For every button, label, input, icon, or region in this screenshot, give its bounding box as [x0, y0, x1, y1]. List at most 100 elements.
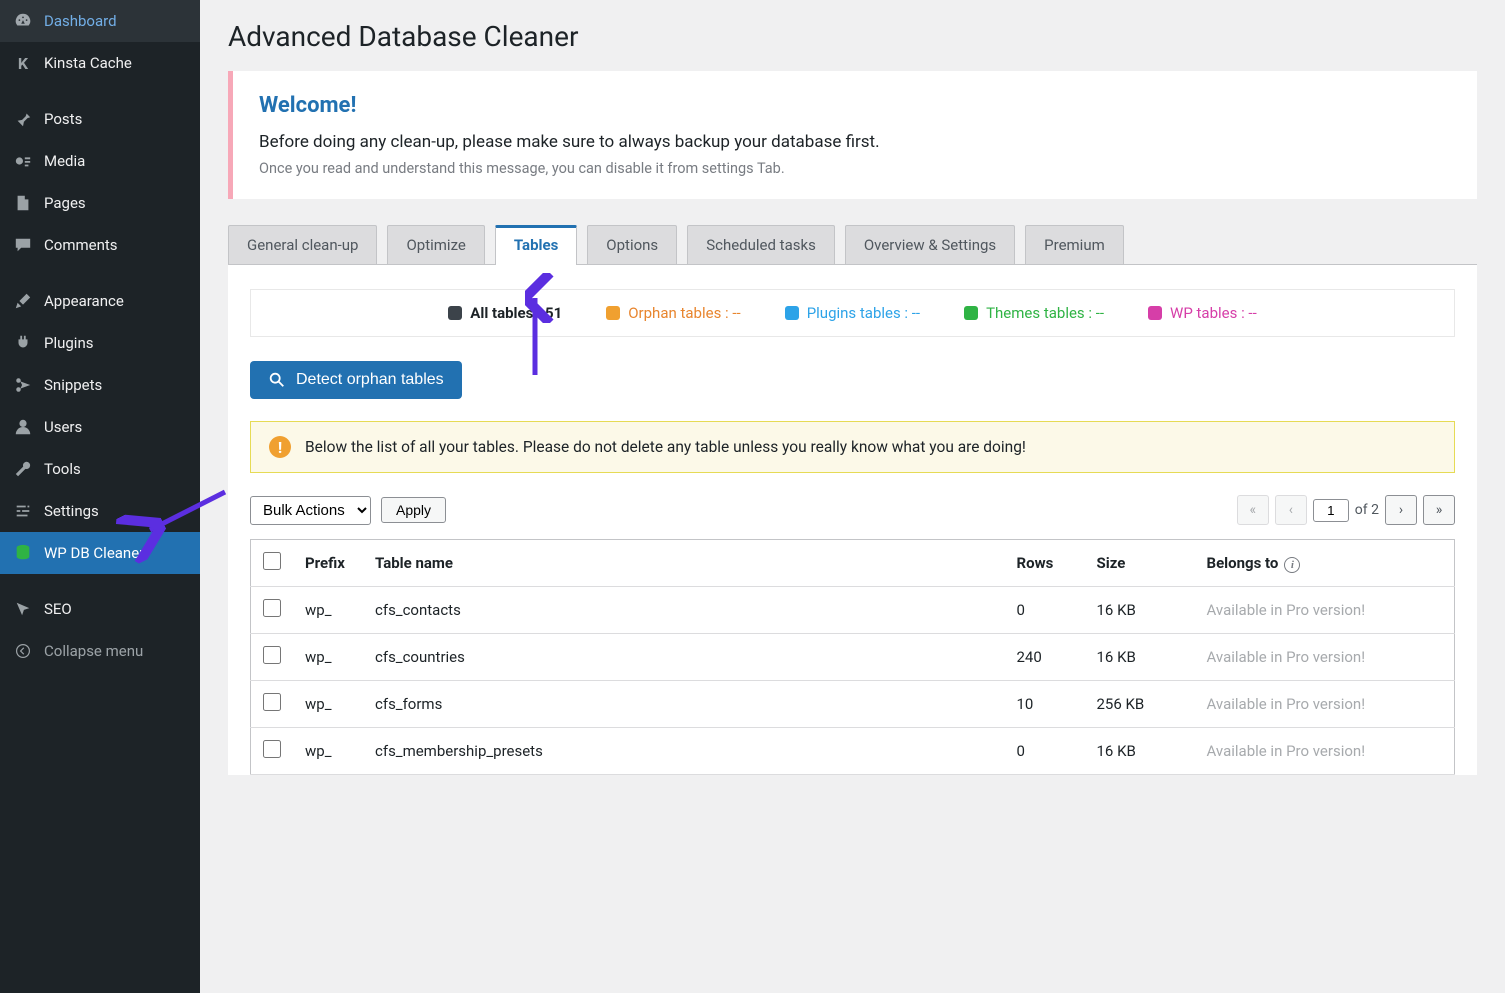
- filter-plugins[interactable]: Plugins tables : --: [785, 304, 920, 322]
- menu-plugins[interactable]: Plugins: [0, 322, 200, 364]
- header-size[interactable]: Size: [1085, 540, 1195, 587]
- tables-panel: All tables : 51 Orphan tables : -- Plugi…: [228, 265, 1477, 775]
- page-first[interactable]: «: [1237, 495, 1269, 525]
- tables-list: Prefix Table name Rows Size Belongs toi …: [250, 539, 1455, 775]
- header-prefix[interactable]: Prefix: [293, 540, 363, 587]
- cell-rows: 10: [1005, 681, 1085, 728]
- menu-tools[interactable]: Tools: [0, 448, 200, 490]
- row-checkbox[interactable]: [263, 693, 281, 711]
- page-last[interactable]: »: [1423, 495, 1455, 525]
- tab-premium[interactable]: Premium: [1025, 225, 1124, 264]
- select-all-checkbox[interactable]: [263, 552, 281, 570]
- cell-size: 16 KB: [1085, 587, 1195, 634]
- swatch-icon: [448, 306, 462, 320]
- database-icon: [12, 542, 34, 564]
- menu-posts[interactable]: Posts: [0, 98, 200, 140]
- collapse-menu[interactable]: Collapse menu: [0, 630, 200, 672]
- page-title: Advanced Database Cleaner: [228, 20, 1477, 53]
- page-current-input[interactable]: [1313, 499, 1349, 522]
- page-icon: [12, 192, 34, 214]
- menu-label: Tools: [44, 460, 81, 478]
- menu-label: Snippets: [44, 376, 102, 394]
- menu-label: Pages: [44, 194, 86, 212]
- cell-prefix: wp_: [293, 587, 363, 634]
- cell-belongs: Available in Pro version!: [1195, 681, 1455, 728]
- menu-label: SEO: [44, 600, 72, 618]
- header-belongs[interactable]: Belongs toi: [1195, 540, 1455, 587]
- cell-name: cfs_contacts: [363, 587, 1005, 634]
- cell-rows: 0: [1005, 587, 1085, 634]
- menu-label: Comments: [44, 236, 118, 254]
- page-prev[interactable]: ‹: [1275, 495, 1307, 525]
- menu-label: WP DB Cleaner: [44, 544, 144, 562]
- header-rows[interactable]: Rows: [1005, 540, 1085, 587]
- cell-prefix: wp_: [293, 681, 363, 728]
- cell-size: 16 KB: [1085, 634, 1195, 681]
- cell-prefix: wp_: [293, 728, 363, 775]
- filter-all[interactable]: All tables : 51: [448, 304, 562, 322]
- menu-seo[interactable]: SEO: [0, 588, 200, 630]
- table-row: wp_ cfs_forms 10 256 KB Available in Pro…: [251, 681, 1455, 728]
- welcome-text-2: Once you read and understand this messag…: [259, 160, 1451, 177]
- tab-tables[interactable]: Tables: [495, 225, 577, 265]
- cell-name: cfs_membership_presets: [363, 728, 1005, 775]
- pagination: « ‹ of 2 › »: [1237, 495, 1455, 525]
- row-checkbox[interactable]: [263, 599, 281, 617]
- plug-icon: [12, 332, 34, 354]
- warning-icon: !: [269, 436, 291, 458]
- sliders-icon: [12, 500, 34, 522]
- filter-orphan[interactable]: Orphan tables : --: [606, 304, 740, 322]
- cell-size: 256 KB: [1085, 681, 1195, 728]
- tab-general-cleanup[interactable]: General clean-up: [228, 225, 377, 264]
- cell-rows: 0: [1005, 728, 1085, 775]
- table-toolbar: Bulk Actions Apply « ‹ of 2 › »: [250, 495, 1455, 525]
- page-of: of 2: [1355, 502, 1379, 518]
- menu-wp-db-cleaner[interactable]: WP DB Cleaner: [0, 532, 200, 574]
- menu-label: Plugins: [44, 334, 93, 352]
- collapse-icon: [12, 640, 34, 662]
- wrench-icon: [12, 458, 34, 480]
- plugin-tabs: General clean-up Optimize Tables Options…: [228, 225, 1477, 265]
- menu-appearance[interactable]: Appearance: [0, 280, 200, 322]
- cell-belongs: Available in Pro version!: [1195, 587, 1455, 634]
- menu-label: Settings: [44, 502, 99, 520]
- dashboard-icon: [12, 10, 34, 32]
- table-row: wp_ cfs_membership_presets 0 16 KB Avail…: [251, 728, 1455, 775]
- scissors-icon: [12, 374, 34, 396]
- media-icon: [12, 150, 34, 172]
- kinsta-icon: K: [12, 52, 34, 74]
- comment-icon: [12, 234, 34, 256]
- tab-options[interactable]: Options: [587, 225, 677, 264]
- page-next[interactable]: ›: [1385, 495, 1417, 525]
- bulk-apply-button[interactable]: Apply: [381, 497, 446, 523]
- filter-themes[interactable]: Themes tables : --: [964, 304, 1104, 322]
- header-name[interactable]: Table name: [363, 540, 1005, 587]
- table-header-row: Prefix Table name Rows Size Belongs toi: [251, 540, 1455, 587]
- user-icon: [12, 416, 34, 438]
- row-checkbox[interactable]: [263, 646, 281, 664]
- bulk-select[interactable]: Bulk Actions: [250, 496, 371, 525]
- row-checkbox[interactable]: [263, 740, 281, 758]
- swatch-icon: [606, 306, 620, 320]
- warning-text: Below the list of all your tables. Pleas…: [305, 438, 1026, 456]
- tab-scheduled[interactable]: Scheduled tasks: [687, 225, 835, 264]
- menu-settings[interactable]: Settings: [0, 490, 200, 532]
- menu-media[interactable]: Media: [0, 140, 200, 182]
- menu-dashboard[interactable]: Dashboard: [0, 0, 200, 42]
- menu-comments[interactable]: Comments: [0, 224, 200, 266]
- menu-label: Appearance: [44, 292, 124, 310]
- filter-bar: All tables : 51 Orphan tables : -- Plugi…: [250, 289, 1455, 337]
- menu-snippets[interactable]: Snippets: [0, 364, 200, 406]
- detect-orphan-button[interactable]: Detect orphan tables: [250, 361, 462, 399]
- warning-notice: ! Below the list of all your tables. Ple…: [250, 421, 1455, 473]
- main-content: Advanced Database Cleaner Welcome! Befor…: [200, 0, 1505, 993]
- tab-overview[interactable]: Overview & Settings: [845, 225, 1015, 264]
- bulk-actions: Bulk Actions Apply: [250, 496, 446, 525]
- tab-optimize[interactable]: Optimize: [387, 225, 484, 264]
- menu-kinsta[interactable]: KKinsta Cache: [0, 42, 200, 84]
- filter-wp[interactable]: WP tables : --: [1148, 304, 1257, 322]
- menu-users[interactable]: Users: [0, 406, 200, 448]
- menu-pages[interactable]: Pages: [0, 182, 200, 224]
- cell-prefix: wp_: [293, 634, 363, 681]
- welcome-heading: Welcome!: [259, 93, 1451, 118]
